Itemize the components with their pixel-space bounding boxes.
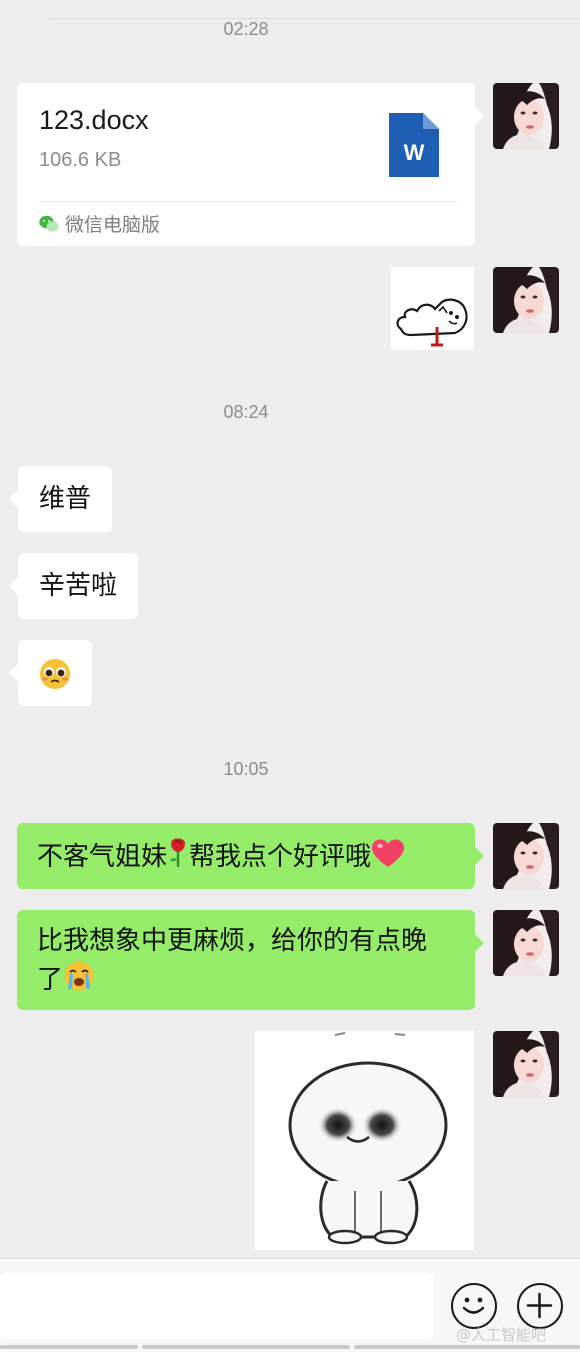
- message-text: 不客气姐妹: [37, 842, 168, 872]
- message-text: 辛苦啦: [39, 571, 118, 601]
- file-source: 微信电脑版: [39, 211, 160, 241]
- home-indicator: [0, 1345, 138, 1349]
- emoji-button-icon[interactable]: [451, 1283, 497, 1329]
- word-doc-icon: W: [389, 113, 439, 188]
- file-size: 106.6 KB: [39, 149, 122, 171]
- message-text: 了: [37, 965, 64, 995]
- pleading-face-emoji: [38, 657, 72, 702]
- file-divider: [39, 201, 457, 202]
- timestamp: 08:24: [223, 402, 269, 422]
- home-indicator: [142, 1345, 350, 1349]
- incoming-message[interactable]: 辛苦啦: [8, 553, 139, 619]
- ghost-sticker[interactable]: [255, 1031, 474, 1250]
- avatar[interactable]: [493, 1031, 559, 1097]
- message-text: 比我想象中更麻烦，给你的有点晚: [37, 926, 428, 956]
- crying-face-emoji: [63, 960, 95, 1003]
- watermark: @人工智能吧: [456, 1326, 547, 1344]
- home-indicator: [354, 1345, 580, 1349]
- wechat-pc-icon: [39, 213, 59, 241]
- timestamp: 02:28: [223, 19, 269, 39]
- heart-emoji: [371, 839, 405, 880]
- avatar[interactable]: [493, 910, 559, 976]
- plus-icon[interactable]: [517, 1283, 563, 1329]
- timestamp: 10:05: [223, 759, 269, 779]
- rose-emoji: [167, 837, 189, 880]
- outgoing-message[interactable]: 不客气姐妹 帮我点个好评哦: [17, 823, 484, 889]
- incoming-message[interactable]: 维普: [8, 466, 113, 532]
- file-source-label: 微信电脑版: [65, 214, 161, 236]
- message-input[interactable]: [0, 1273, 433, 1339]
- outgoing-message[interactable]: 比我想象中更麻烦，给你的有点晚 了: [17, 910, 484, 1010]
- incoming-message[interactable]: [9, 640, 92, 706]
- avatar[interactable]: [493, 83, 559, 149]
- file-name: 123.docx: [39, 105, 149, 135]
- file-icon-letter: W: [404, 140, 425, 165]
- avatar[interactable]: [493, 267, 559, 333]
- avatar[interactable]: [493, 823, 559, 889]
- bird-sticker[interactable]: [391, 267, 474, 350]
- message-text: 帮我点个好评哦: [189, 842, 372, 872]
- file-message[interactable]: 123.docx 106.6 KB W 微信电脑版: [17, 83, 484, 246]
- message-text: 维普: [39, 484, 92, 514]
